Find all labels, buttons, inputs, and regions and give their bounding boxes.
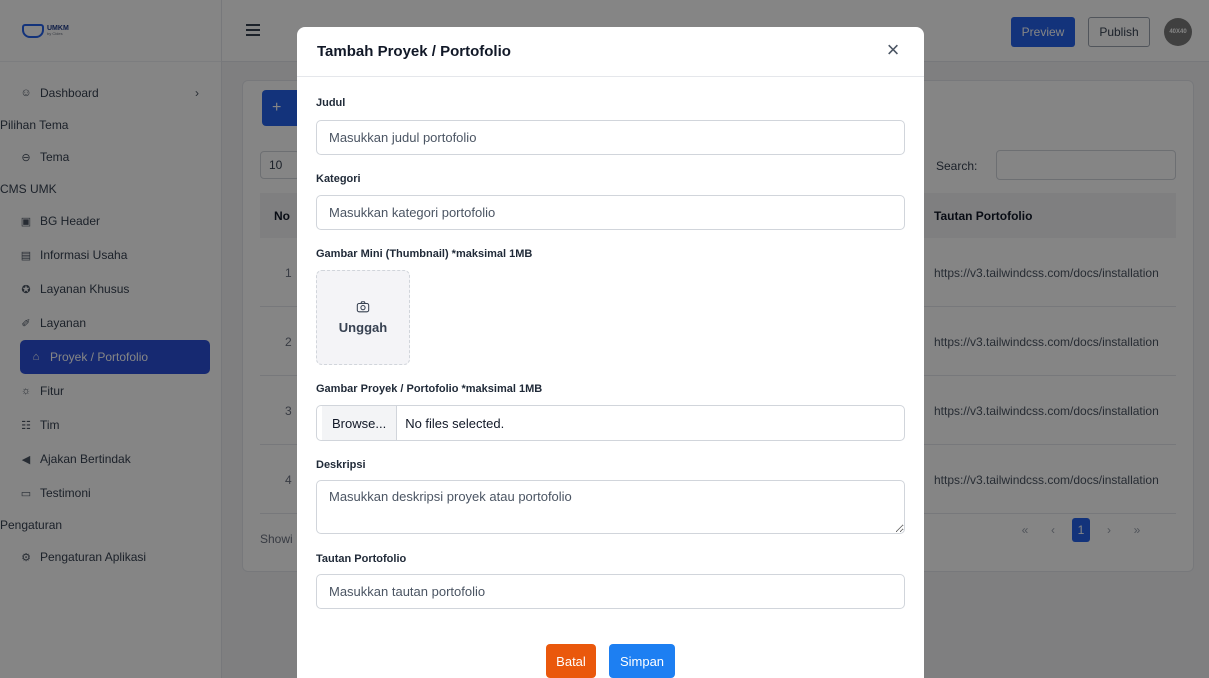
save-button[interactable]: Simpan — [609, 644, 675, 678]
portfolio-link-label: Tautan Portofolio — [316, 553, 407, 565]
cancel-button[interactable]: Batal — [546, 644, 596, 678]
file-status: No files selected. — [405, 415, 505, 431]
add-portfolio-modal: Tambah Proyek / Portofolio × Judul Kateg… — [297, 27, 924, 678]
description-textarea[interactable] — [316, 480, 905, 534]
project-image-input[interactable]: Browse... No files selected. — [316, 405, 905, 441]
browse-button[interactable]: Browse... — [322, 406, 398, 440]
upload-label: Unggah — [338, 320, 388, 335]
description-label: Deskripsi — [316, 459, 366, 471]
portfolio-link-input[interactable] — [316, 574, 905, 609]
camera-icon — [356, 301, 370, 313]
close-icon[interactable]: × — [882, 39, 904, 61]
modal-title: Tambah Proyek / Portofolio — [317, 43, 511, 60]
thumbnail-label: Gambar Mini (Thumbnail) *maksimal 1MB — [316, 248, 533, 260]
thumbnail-upload[interactable]: Unggah — [316, 270, 410, 365]
title-label: Judul — [316, 97, 346, 109]
project-image-label: Gambar Proyek / Portofolio *maksimal 1MB — [316, 383, 543, 395]
category-label: Kategori — [316, 173, 361, 185]
category-input[interactable] — [316, 195, 905, 230]
modal-header: Tambah Proyek / Portofolio × — [297, 27, 924, 77]
title-input[interactable] — [316, 120, 905, 155]
